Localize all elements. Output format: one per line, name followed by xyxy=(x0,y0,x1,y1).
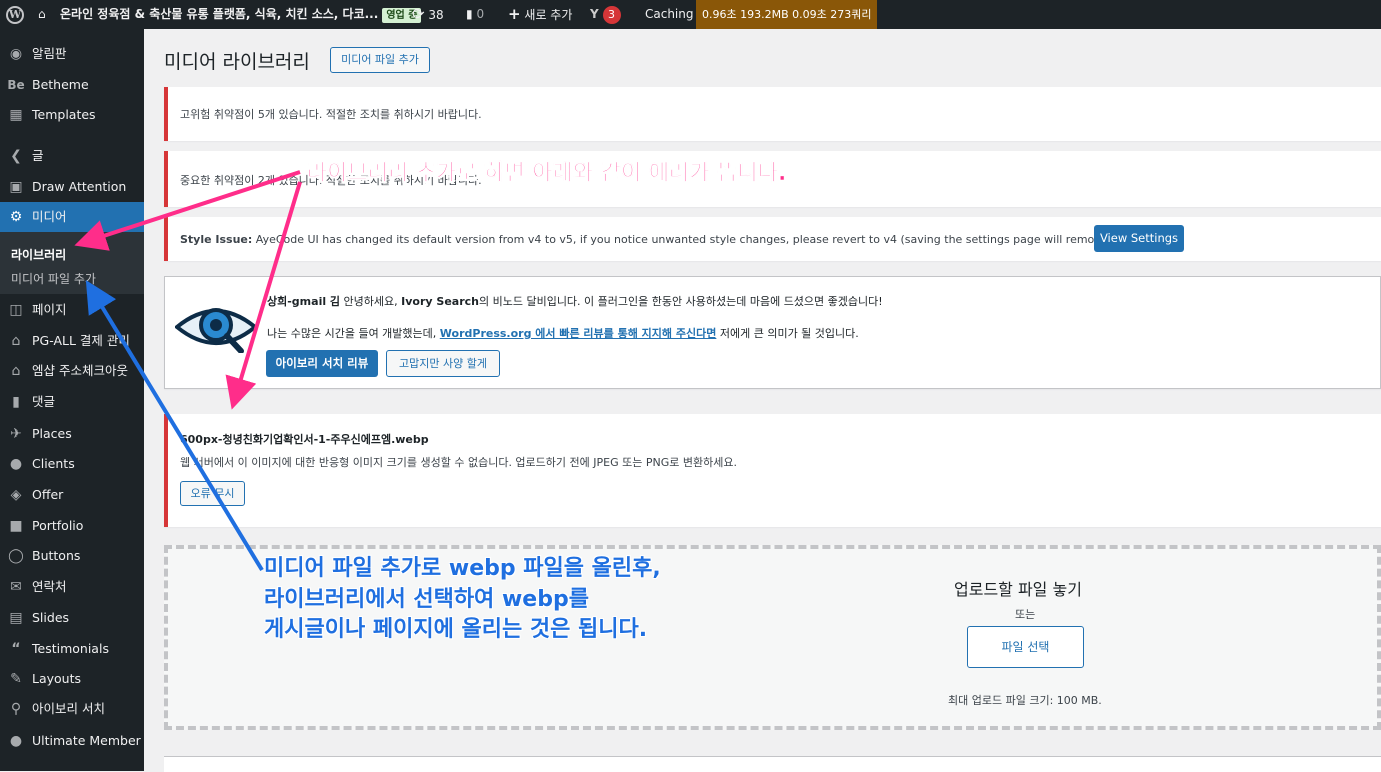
comments-count: 0 xyxy=(476,7,485,21)
comment-icon: ▮ xyxy=(466,7,473,21)
betheme-icon: Be xyxy=(7,78,25,92)
updates-count: 38 xyxy=(428,8,444,22)
drop-files-label: 업로드할 파일 놓기 xyxy=(954,580,1082,599)
pin-icon: ❮ xyxy=(10,148,22,164)
page-icon: ◫ xyxy=(9,302,23,318)
sidebar-item-mshop[interactable]: ⌂ 엠샵 주소체크아웃 xyxy=(0,356,144,386)
admin-bar: W ⌂ 온라인 정육점 & 축산물 유통 플랫폼, 식육, 치킨 소스, 다코.… xyxy=(0,0,1381,29)
ivory-review-button[interactable]: 아이보리 서치 리뷰 xyxy=(266,350,378,377)
site-name: 온라인 정육점 & 축산물 유통 플랫폼, 식육, 치킨 소스, 다코... xyxy=(60,7,379,21)
mail-icon: ✉ xyxy=(10,579,22,595)
review-text: 저에게 큰 의미가 될 것입니다. xyxy=(716,327,859,340)
sidebar-item-posts[interactable]: ❮ 글 xyxy=(0,141,144,171)
slides-icon: ▤ xyxy=(9,610,23,626)
new-label: 새로 추가 xyxy=(524,8,573,22)
places-icon: ✈ xyxy=(10,426,22,442)
or-label: 또는 xyxy=(1015,608,1036,621)
sidebar-item-pages[interactable]: ◫ 페이지 xyxy=(0,295,144,325)
yoast-count-badge: 3 xyxy=(602,6,621,24)
home-icon[interactable]: ⌂ xyxy=(38,0,46,29)
tag-icon: ◈ xyxy=(10,487,22,503)
sidebar-item-layouts[interactable]: ✎ Layouts xyxy=(0,664,144,694)
sidebar-item-offer[interactable]: ◈ Offer xyxy=(0,480,144,510)
style-issue-text: AyeCode UI has changed its default versi… xyxy=(252,233,1173,246)
image-icon: ▣ xyxy=(9,179,23,195)
sidebar-item-betheme[interactable]: Be Betheme xyxy=(0,70,144,100)
store-icon: ⌂ xyxy=(11,363,21,379)
sidebar-item-portfolio[interactable]: ■ Portfolio xyxy=(0,511,144,541)
submenu-library[interactable]: 라이브러리 xyxy=(11,246,66,263)
caching-link[interactable]: Caching xyxy=(645,0,694,29)
sidebar-item-comments[interactable]: ▮ 댓글 xyxy=(0,387,144,417)
sidebar-item-places[interactable]: ✈ Places xyxy=(0,419,144,449)
media-submenu: 라이브러리 미디어 파일 추가 xyxy=(0,232,144,294)
sidebar-item-contact[interactable]: ✉ 연락처 xyxy=(0,572,144,602)
view-settings-button[interactable]: View Settings xyxy=(1094,225,1184,252)
blue-annotation-line-2: 라이브러리에서 선택하여 webp를 xyxy=(264,587,589,612)
user-name: 상희-gmail 김 xyxy=(267,295,341,308)
blue-annotation-line-3: 게시글이나 페이지에 올리는 것은 됩니다. xyxy=(264,617,648,642)
updates-icon: ⟳ xyxy=(412,5,425,23)
store-icon: ⌂ xyxy=(11,333,21,349)
yoast-icon: Y xyxy=(590,7,599,21)
select-files-button[interactable]: 파일 선택 xyxy=(967,626,1084,668)
yoast-link[interactable]: Y 3 xyxy=(590,0,621,29)
error-filename: 600px-청녕친화기업확인서-1-주우신에프엠.webp xyxy=(180,433,429,446)
circle-icon: ◯ xyxy=(8,548,24,564)
main-content: 미디어 라이브러리 미디어 파일 추가 고위험 취약점이 5개 있습니다. 적절… xyxy=(144,29,1381,772)
updates-link[interactable]: ⟳ 38 xyxy=(412,0,444,29)
person-icon: ● xyxy=(9,456,23,472)
comments-link[interactable]: ▮ 0 xyxy=(466,0,484,29)
site-name-link[interactable]: 온라인 정육점 & 축산물 유통 플랫폼, 식육, 치킨 소스, 다코... 영업… xyxy=(60,0,422,29)
review-text: 나는 수많은 시간을 들여 개발했는데, xyxy=(267,327,440,340)
style-issue-notice: Style Issue: AyeCode UI has changed its … xyxy=(164,217,1381,261)
dismiss-error-button[interactable]: 오류 무시 xyxy=(180,481,245,506)
max-upload-size: 최대 업로드 파일 크기: 100 MB. xyxy=(948,694,1102,707)
admin-sidebar: ◉ 알림판 Be Betheme ▦ Templates ❮ 글 ▣ Draw Atten… xyxy=(0,29,144,771)
review-link[interactable]: WordPress.org 에서 빠른 리뷰를 통해 지지해 주신다면 xyxy=(440,327,717,340)
wordpress-logo-icon[interactable]: W xyxy=(6,0,26,29)
error-message: 웹 서버에서 이 이미지에 대한 반응형 이미지 크기를 생성할 수 없습니다.… xyxy=(180,456,737,469)
add-media-button[interactable]: 미디어 파일 추가 xyxy=(330,47,430,73)
comment-icon: ▮ xyxy=(12,394,20,410)
sidebar-item-ivory-search[interactable]: ⚲ 아이보리 서치 xyxy=(0,694,144,724)
quote-icon: “ xyxy=(11,641,21,657)
sidebar-item-testimonials[interactable]: “Testimonials xyxy=(0,634,144,664)
brand-name: Ivory Search xyxy=(401,295,479,308)
sidebar-item-pg-all[interactable]: ⌂ PG-ALL 결제 관리 xyxy=(0,326,144,356)
plus-icon: + xyxy=(508,5,521,23)
sidebar-item-media[interactable]: ⚙ 미디어 xyxy=(0,202,144,232)
upload-error-notice: 600px-청녕친화기업확인서-1-주우신에프엠.webp 웹 서버에서 이 이… xyxy=(164,414,1381,527)
new-content-link[interactable]: + 새로 추가 xyxy=(508,0,572,29)
search-icon: ⚲ xyxy=(10,701,22,717)
sidebar-item-templates[interactable]: ▦ Templates xyxy=(0,100,144,130)
greeting-text: 의 비노드 달비입니다. 이 플러그인을 한동안 사용하셨는데 마음에 드셨으면… xyxy=(478,295,883,308)
submenu-add-media[interactable]: 미디어 파일 추가 xyxy=(11,270,96,287)
sidebar-item-ultimate-member[interactable]: ● Ultimate Member xyxy=(0,726,144,756)
vulnerability-notice-high: 고위험 취약점이 5개 있습니다. 적절한 조치를 취하시기 바랍니다. xyxy=(164,87,1381,141)
page-title: 미디어 라이브러리 xyxy=(164,51,310,73)
decline-review-button[interactable]: 고맙지만 사양 할게 xyxy=(386,350,500,377)
sidebar-item-draw-attention[interactable]: ▣ Draw Attention xyxy=(0,172,144,202)
notice-text: 고위험 취약점이 5개 있습니다. 적절한 조치를 취하시기 바랍니다. xyxy=(180,108,482,121)
pencil-icon: ✎ xyxy=(10,671,22,687)
eye-logo-icon xyxy=(175,308,257,353)
sidebar-item-buttons[interactable]: ◯ Buttons xyxy=(0,541,144,571)
media-toolbar xyxy=(164,756,1381,772)
dashboard-icon: ◉ xyxy=(9,46,23,62)
performance-stats[interactable]: 0.96초 193.2MB 0.09초 273쿼리 xyxy=(696,0,878,29)
greeting-text: 안녕하세요, xyxy=(340,295,402,308)
ivory-search-review-notice: 상희-gmail 김 안녕하세요, Ivory Search의 비노드 달비입니… xyxy=(164,276,1381,389)
blue-annotation-line-1: 미디어 파일 추가로 webp 파일을 올린후, xyxy=(264,556,661,581)
templates-icon: ▦ xyxy=(9,107,23,123)
style-issue-label: Style Issue: xyxy=(180,233,253,246)
person-icon: ● xyxy=(9,733,23,749)
sidebar-item-clients[interactable]: ● Clients xyxy=(0,449,144,479)
sidebar-item-slides[interactable]: ▤ Slides xyxy=(0,603,144,633)
pink-annotation-text: 라이브러리 추가로 하면 아래와 같이 에러가 뜹니다. xyxy=(307,161,787,187)
media-icon: ⚙ xyxy=(9,209,23,225)
sidebar-item-dashboard[interactable]: ◉ 알림판 xyxy=(0,39,144,69)
folder-icon: ■ xyxy=(9,518,23,534)
